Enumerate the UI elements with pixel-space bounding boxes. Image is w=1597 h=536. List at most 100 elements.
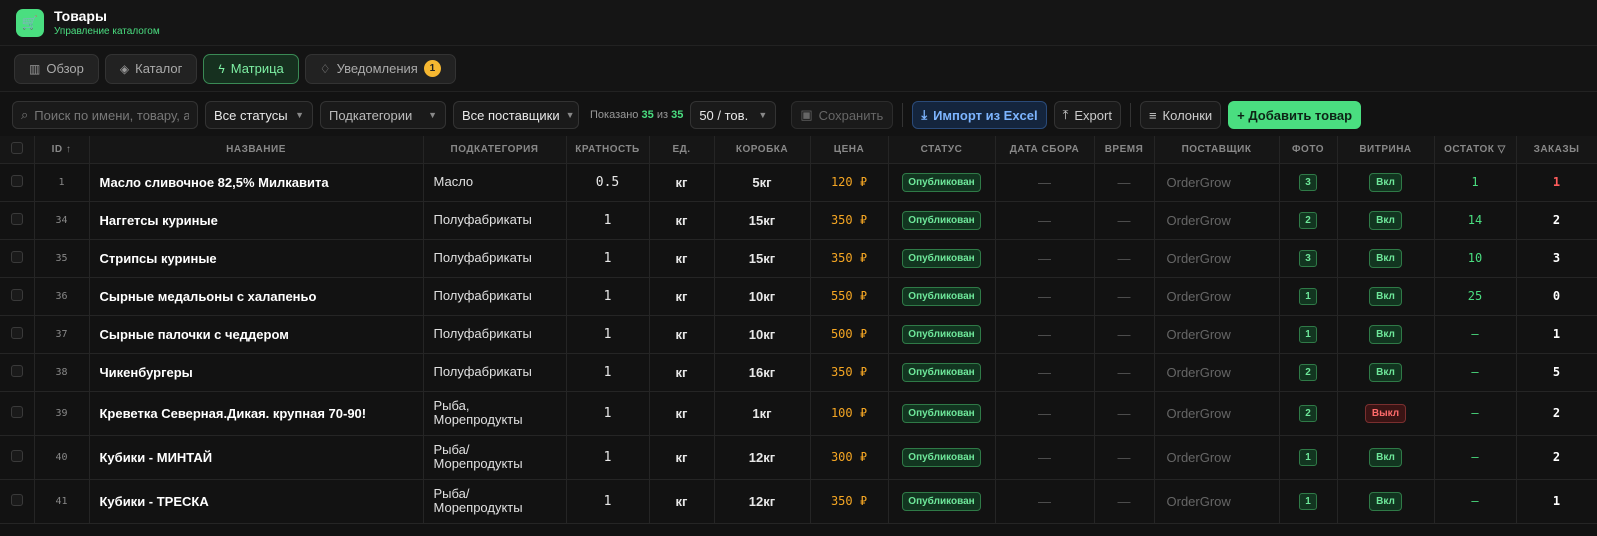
cell-price[interactable]: 100 ₽ [810,391,889,436]
cell-supplier[interactable]: OrderGrow [1154,391,1280,436]
cell-date[interactable]: — [995,201,1095,240]
cell-multiplicity[interactable]: 1 [566,201,650,240]
cell-name[interactable]: Масло сливочное 82,5% Милкавита [89,163,424,202]
col-header-box[interactable]: КОРОБКА [714,136,811,164]
status-badge[interactable]: Опубликован [902,172,981,192]
col-header-orders[interactable]: ЗАКАЗЫ [1516,136,1597,164]
cell-photo[interactable]: 2 [1279,201,1338,240]
cell-vitrina[interactable]: Вкл [1337,435,1435,480]
cell-box[interactable]: 12кг [714,435,811,480]
photo-count-badge[interactable]: 3 [1299,174,1317,191]
table-row[interactable]: 34 Наггетсы куриные Полуфабрикаты 1 кг 15кг 35… [0,201,1597,240]
filter-icon[interactable]: ▽ [1498,144,1506,155]
cell-subcategory[interactable]: Полуфабрикаты [423,315,567,354]
cell-unit[interactable]: кг [649,239,715,278]
search-input[interactable]: ⌕ Поиск по имени, товару, а [12,101,198,129]
cell-multiplicity[interactable]: 1 [566,479,650,524]
cell-name[interactable]: Стрипсы куриные [89,239,424,278]
cell-photo[interactable]: 3 [1279,239,1338,278]
cell-unit[interactable]: кг [649,277,715,316]
cell-supplier[interactable]: OrderGrow [1154,239,1280,278]
cell-multiplicity[interactable]: 1 [566,277,650,316]
vitrina-toggle[interactable]: Вкл [1369,248,1402,268]
table-row[interactable]: 36 Сырные медальоны с халапеньо Полуфабрик… [0,277,1597,316]
col-header-supplier[interactable]: ПОСТАВЩИК [1154,136,1280,164]
photo-count-badge[interactable]: 1 [1299,493,1317,510]
row-checkbox[interactable] [0,277,35,316]
supplier-select[interactable]: Все поставщики ▼ [453,101,579,129]
cell-time[interactable]: — [1094,391,1155,436]
cell-supplier[interactable]: OrderGrow [1154,201,1280,240]
cell-unit[interactable]: кг [649,163,715,202]
cell-stock[interactable]: 25 [1434,277,1517,316]
cell-time[interactable]: — [1094,479,1155,524]
table-row[interactable]: 37 Сырные палочки с чеддером Полуфабрикаты… [0,315,1597,354]
table-row[interactable]: 40 Кубики - МИНТАЙ Рыба/ Морепродукты 1 кг 12… [0,435,1597,480]
cell-time[interactable]: — [1094,353,1155,392]
col-header-unit[interactable]: ЕД. [649,136,715,164]
cell-price[interactable]: 550 ₽ [810,277,889,316]
cell-stock[interactable]: — [1434,479,1517,524]
cell-photo[interactable]: 2 [1279,353,1338,392]
col-header-multiplicity[interactable]: КРАТНОСТЬ [566,136,650,164]
cell-name[interactable]: Кубики - ТРЕСКА [89,479,424,524]
vitrina-toggle[interactable]: Вкл [1369,286,1402,306]
cell-status[interactable]: Опубликован [888,315,996,354]
cell-box[interactable]: 1кг [714,391,811,436]
photo-count-badge[interactable]: 2 [1299,212,1317,229]
cell-vitrina[interactable]: Вкл [1337,239,1435,278]
row-checkbox[interactable] [0,353,35,392]
col-header-date[interactable]: ДАТА СБОРА [995,136,1095,164]
cell-box[interactable]: 10кг [714,315,811,354]
cell-supplier[interactable]: OrderGrow [1154,353,1280,392]
cell-vitrina[interactable]: Вкл [1337,163,1435,202]
col-header-photo[interactable]: ФОТО [1279,136,1338,164]
col-header-vitrina[interactable]: ВИТРИНА [1337,136,1435,164]
vitrina-toggle[interactable]: Вкл [1369,172,1402,192]
cell-price[interactable]: 350 ₽ [810,239,889,278]
cell-status[interactable]: Опубликован [888,353,996,392]
cell-subcategory[interactable]: Масло [423,163,567,202]
cell-box[interactable]: 16кг [714,353,811,392]
cell-time[interactable]: — [1094,435,1155,480]
cell-supplier[interactable]: OrderGrow [1154,479,1280,524]
cell-photo[interactable]: 1 [1279,479,1338,524]
add-product-button[interactable]: + Добавить товар [1228,101,1362,129]
cell-name[interactable]: Наггетсы куриные [89,201,424,240]
cell-unit[interactable]: кг [649,435,715,480]
row-checkbox[interactable] [0,435,35,480]
cell-status[interactable]: Опубликован [888,479,996,524]
status-badge[interactable]: Опубликован [902,447,981,467]
row-checkbox[interactable] [0,391,35,436]
cell-date[interactable]: — [995,315,1095,354]
cell-name[interactable]: Сырные палочки с чеддером [89,315,424,354]
row-checkbox[interactable] [0,315,35,354]
photo-count-badge[interactable]: 1 [1299,449,1317,466]
cell-multiplicity[interactable]: 1 [566,391,650,436]
photo-count-badge[interactable]: 3 [1299,250,1317,267]
cell-date[interactable]: — [995,479,1095,524]
status-badge[interactable]: Опубликован [902,324,981,344]
cell-multiplicity[interactable]: 1 [566,353,650,392]
cell-subcategory[interactable]: Полуфабрикаты [423,277,567,316]
cell-name[interactable]: Сырные медальоны с халапеньо [89,277,424,316]
per-page-select[interactable]: 50 / тов. ▼ [690,101,777,129]
vitrina-toggle[interactable]: Вкл [1369,491,1402,511]
select-all-checkbox[interactable] [0,136,35,164]
cell-multiplicity[interactable]: 1 [566,435,650,480]
vitrina-toggle[interactable]: Вкл [1369,362,1402,382]
cell-unit[interactable]: кг [649,479,715,524]
cell-subcategory[interactable]: Рыба, Морепродукты [423,391,567,436]
cell-multiplicity[interactable]: 1 [566,239,650,278]
cell-price[interactable]: 350 ₽ [810,353,889,392]
cell-stock[interactable]: — [1434,353,1517,392]
cell-stock[interactable]: 1 [1434,163,1517,202]
table-row[interactable]: 38 Чикенбургеры Полуфабрикаты 1 кг 16кг 350 ₽ О… [0,353,1597,392]
cell-vitrina[interactable]: Вкл [1337,315,1435,354]
cell-status[interactable]: Опубликован [888,277,996,316]
cell-time[interactable]: — [1094,277,1155,316]
cell-supplier[interactable]: OrderGrow [1154,277,1280,316]
cell-date[interactable]: — [995,277,1095,316]
cell-subcategory[interactable]: Полуфабрикаты [423,239,567,278]
cell-box[interactable]: 10кг [714,277,811,316]
